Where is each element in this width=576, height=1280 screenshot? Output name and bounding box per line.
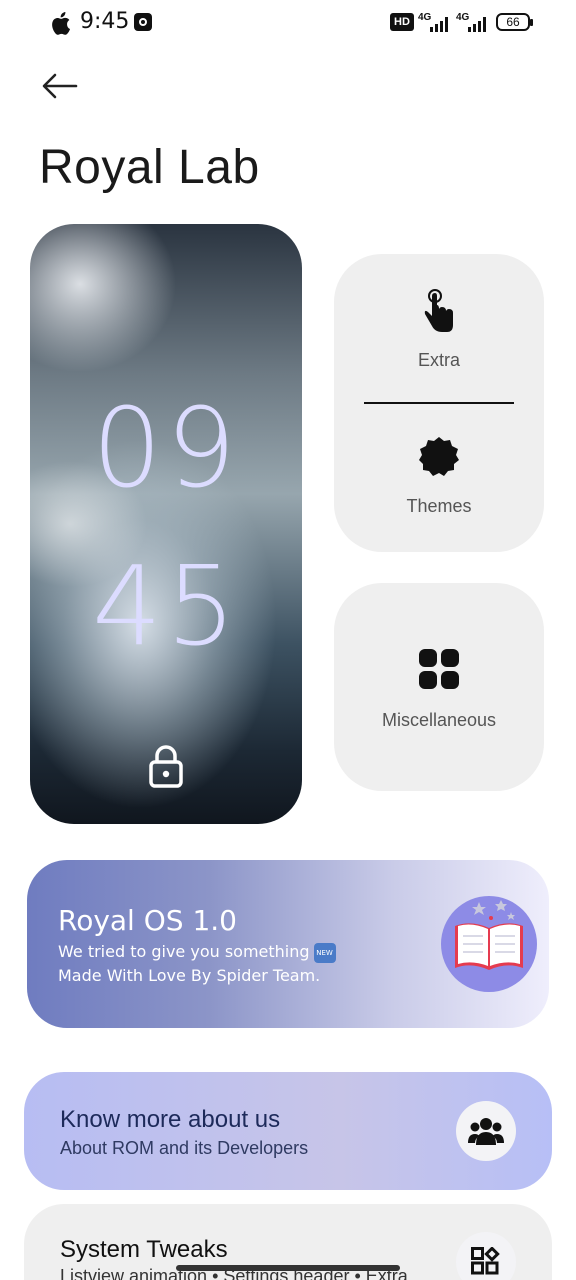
tile-label-miscellaneous: Miscellaneous bbox=[381, 710, 497, 730]
about-us-title: Know more about us bbox=[60, 1106, 281, 1133]
about-us-card[interactable]: Know more about us About ROM and its Dev… bbox=[24, 1072, 552, 1190]
tile-label-extra[interactable]: Extra bbox=[334, 350, 544, 371]
signal-icon: 4G bbox=[418, 12, 454, 32]
royal-os-banner[interactable]: Royal OS 1.0 We tried to give you someth… bbox=[27, 860, 549, 1028]
badge-icon[interactable] bbox=[418, 436, 460, 478]
signal-icon: 4G bbox=[456, 12, 492, 32]
home-indicator[interactable] bbox=[176, 1265, 400, 1271]
hd-voice-icon: HD bbox=[390, 13, 414, 31]
apps-icon[interactable] bbox=[456, 1232, 516, 1280]
page-title: Royal Lab bbox=[39, 141, 260, 194]
status-time: 9:45 bbox=[80, 9, 130, 34]
lockscreen-clock-card[interactable]: 09 45 bbox=[30, 224, 302, 824]
clock-minute: 45 bbox=[92, 542, 240, 670]
clock-hour: 09 bbox=[92, 384, 240, 512]
hand-pointer-icon[interactable] bbox=[420, 288, 458, 334]
tile-divider bbox=[364, 402, 514, 404]
grid-four-icon bbox=[419, 649, 459, 689]
new-badge-icon: NEW bbox=[313, 942, 336, 963]
battery-icon: 66 bbox=[496, 13, 533, 31]
tile-label-themes[interactable]: Themes bbox=[334, 496, 544, 517]
status-bar: 9:45 HD 4G 4G 66 bbox=[0, 0, 576, 44]
banner-title: Royal OS 1.0 bbox=[58, 904, 237, 937]
lock-icon bbox=[149, 745, 183, 788]
miscellaneous-tile[interactable]: Miscellaneous bbox=[334, 583, 544, 791]
back-arrow-icon[interactable] bbox=[40, 70, 80, 102]
apple-logo-icon bbox=[52, 11, 71, 35]
banner-line-1: We tried to give you something NEW bbox=[58, 942, 336, 963]
extra-themes-tile: Extra Themes bbox=[334, 254, 544, 552]
notification-icon bbox=[134, 13, 152, 31]
system-tweaks-title: System Tweaks bbox=[60, 1236, 228, 1263]
banner-line-2: Made With Love By Spider Team. bbox=[58, 966, 321, 985]
royal-lab-screen: 9:45 HD 4G 4G 66 Royal Lab 09 45 Extra T… bbox=[0, 0, 576, 1280]
open-book-icon bbox=[441, 896, 537, 992]
about-us-subtitle: About ROM and its Developers bbox=[60, 1138, 309, 1158]
people-icon[interactable] bbox=[456, 1101, 516, 1161]
banner-tagline: We tried to give you something bbox=[58, 942, 310, 961]
